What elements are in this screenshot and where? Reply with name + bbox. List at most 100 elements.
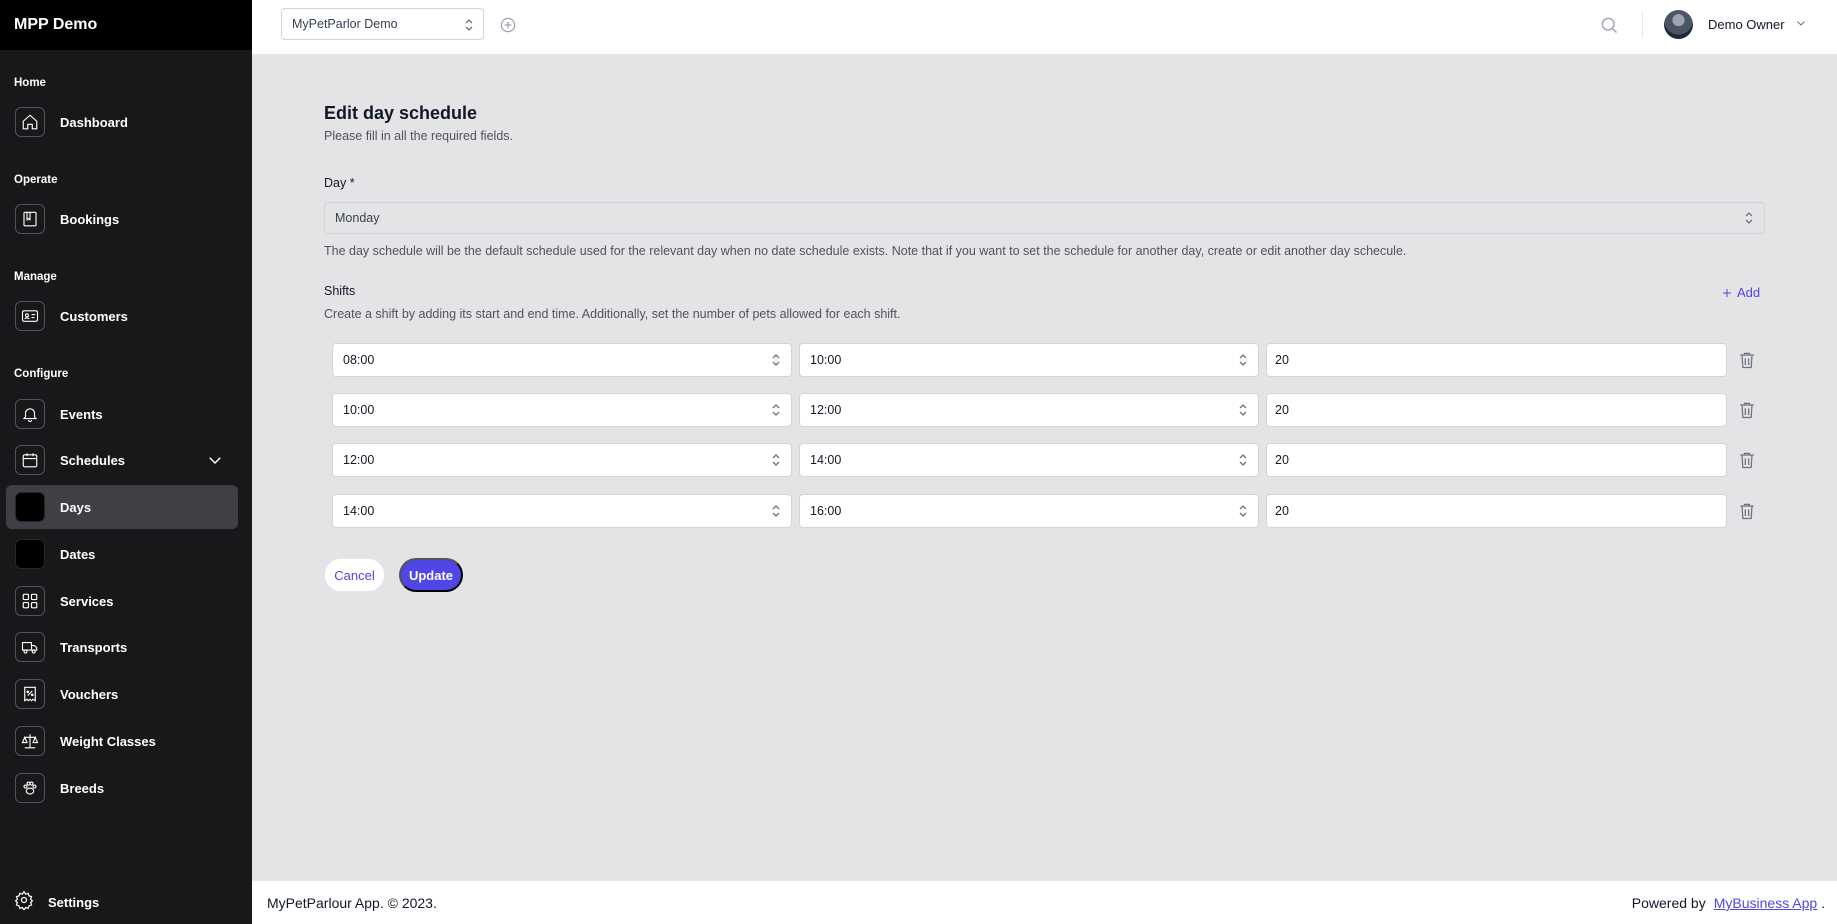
square-icon	[15, 539, 45, 569]
add-organization-icon[interactable]	[498, 15, 518, 40]
voucher-icon	[15, 679, 45, 709]
footer-copyright: MyPetParlour App. © 2023.	[267, 895, 437, 911]
trash-icon[interactable]	[1737, 501, 1757, 526]
shift-end-select[interactable]: 10:00	[799, 343, 1259, 377]
cancel-button[interactable]: Cancel	[324, 558, 385, 592]
bell-icon	[15, 399, 45, 429]
sidebar-item-label: Dashboard	[60, 114, 128, 130]
page-title: Edit day schedule	[324, 103, 478, 123]
sidebar: MPP Demo Home Dashboard Operate Bookings…	[0, 0, 252, 924]
shift-pets-input[interactable]: 20	[1266, 494, 1727, 528]
updown-chevron-icon	[1238, 504, 1248, 521]
chevron-down-icon[interactable]	[206, 451, 224, 474]
sidebar-item-label: Transports	[60, 639, 128, 655]
shift-end-value: 12:00	[810, 403, 842, 417]
shift-end-select[interactable]: 12:00	[799, 393, 1259, 427]
shift-start-select[interactable]: 14:00	[332, 494, 792, 528]
sidebar-item-transports[interactable]: Transports	[6, 625, 238, 669]
sidebar-item-weight-classes[interactable]: Weight Classes	[6, 719, 238, 763]
updown-chevron-icon	[1238, 453, 1248, 470]
day-label: Day *	[324, 176, 355, 190]
shift-start-value: 10:00	[343, 403, 375, 417]
sidebar-item-customers[interactable]: Customers	[6, 294, 238, 338]
sidebar-item-settings[interactable]: Settings	[14, 890, 99, 915]
shift-end-value: 16:00	[810, 504, 842, 518]
sidebar-item-events[interactable]: Events	[6, 392, 238, 436]
shift-start-select[interactable]: 10:00	[332, 393, 792, 427]
shift-start-value: 08:00	[343, 353, 375, 367]
sidebar-item-dashboard[interactable]: Dashboard	[6, 100, 238, 144]
user-menu[interactable]: Demo Owner	[1664, 10, 1807, 39]
scale-icon	[15, 726, 45, 756]
updown-chevron-icon	[464, 18, 474, 35]
sidebar-item-label: Breeds	[60, 780, 105, 796]
add-shift-label: Add	[1737, 285, 1761, 300]
updown-chevron-icon	[1238, 353, 1248, 370]
shift-start-select[interactable]: 12:00	[332, 443, 792, 477]
gear-icon	[14, 890, 34, 915]
sidebar-item-label: Services	[60, 593, 114, 609]
shift-pets-input[interactable]: 20	[1266, 393, 1727, 427]
shift-start-value: 12:00	[343, 453, 375, 467]
id-card-icon	[15, 301, 45, 331]
sidebar-item-services[interactable]: Services	[6, 579, 238, 623]
mybusiness-link[interactable]: MyBusiness App	[1714, 895, 1818, 911]
shift-pets-input[interactable]: 20	[1266, 343, 1727, 377]
shift-row: 12:00 14:00 20	[332, 443, 1775, 477]
sidebar-item-label: Bookings	[60, 211, 120, 227]
truck-icon	[15, 632, 45, 662]
shift-start-value: 14:00	[343, 504, 375, 518]
powered-by-text: Powered by	[1631, 895, 1706, 911]
trash-icon[interactable]	[1737, 400, 1757, 425]
shift-pets-input[interactable]: 20	[1266, 443, 1727, 477]
day-help-text: The day schedule will be the default sch…	[324, 244, 1407, 258]
shifts-label: Shifts	[324, 284, 356, 298]
user-name: Demo Owner	[1708, 17, 1785, 32]
sidebar-item-days[interactable]: Days	[6, 485, 238, 529]
paw-icon	[15, 773, 45, 803]
nav-group-home: Home	[14, 77, 46, 89]
sidebar-item-schedules[interactable]: Schedules	[6, 438, 238, 482]
sidebar-item-label: Dates	[60, 546, 96, 562]
shift-end-select[interactable]: 16:00	[799, 494, 1259, 528]
sidebar-item-label: Days	[60, 499, 92, 515]
sidebar-item-label: Schedules	[60, 452, 126, 468]
avatar	[1664, 10, 1693, 39]
chevron-down-icon	[1795, 16, 1807, 34]
home-icon	[15, 107, 45, 137]
search-icon[interactable]	[1599, 15, 1619, 40]
sidebar-item-label: Events	[60, 406, 103, 422]
topbar: MyPetParlor Demo Demo Owner	[252, 0, 1837, 55]
main-content: Edit day schedule Please fill in all the…	[252, 56, 1837, 880]
trash-icon[interactable]	[1737, 350, 1757, 375]
calendar-icon	[15, 445, 45, 475]
sidebar-item-dates[interactable]: Dates	[6, 532, 238, 576]
updown-chevron-icon	[1238, 403, 1248, 420]
day-select[interactable]: Monday	[324, 202, 1765, 234]
footer: MyPetParlour App. © 2023. Powered by MyBu…	[252, 880, 1837, 924]
sidebar-item-vouchers[interactable]: Vouchers	[6, 672, 238, 716]
shift-pets-value: 20	[1275, 403, 1289, 417]
nav-group-configure: Configure	[14, 368, 69, 380]
sidebar-item-label: Customers	[60, 308, 128, 324]
sidebar-item-breeds[interactable]: Breeds	[6, 766, 238, 810]
shifts-help-text: Create a shift by adding its start and e…	[324, 307, 901, 321]
nav-group-manage: Manage	[14, 271, 57, 283]
update-button[interactable]: Update	[399, 558, 463, 592]
grid-icon	[15, 586, 45, 616]
shift-end-value: 10:00	[810, 353, 842, 367]
shift-start-select[interactable]: 08:00	[332, 343, 792, 377]
sidebar-item-bookings[interactable]: Bookings	[6, 197, 238, 241]
shift-pets-value: 20	[1275, 353, 1289, 367]
add-shift-button[interactable]: Add	[1721, 285, 1760, 300]
organization-select[interactable]: MyPetParlor Demo	[281, 8, 484, 40]
square-icon	[15, 492, 45, 522]
shift-end-select[interactable]: 14:00	[799, 443, 1259, 477]
trash-icon[interactable]	[1737, 450, 1757, 475]
page-subtitle: Please fill in all the required fields.	[324, 129, 513, 143]
shift-end-value: 14:00	[810, 453, 842, 467]
shift-pets-value: 20	[1275, 453, 1289, 467]
app-brand[interactable]: MPP Demo	[0, 0, 252, 50]
day-select-value: Monday	[335, 211, 380, 225]
updown-chevron-icon	[771, 353, 781, 370]
